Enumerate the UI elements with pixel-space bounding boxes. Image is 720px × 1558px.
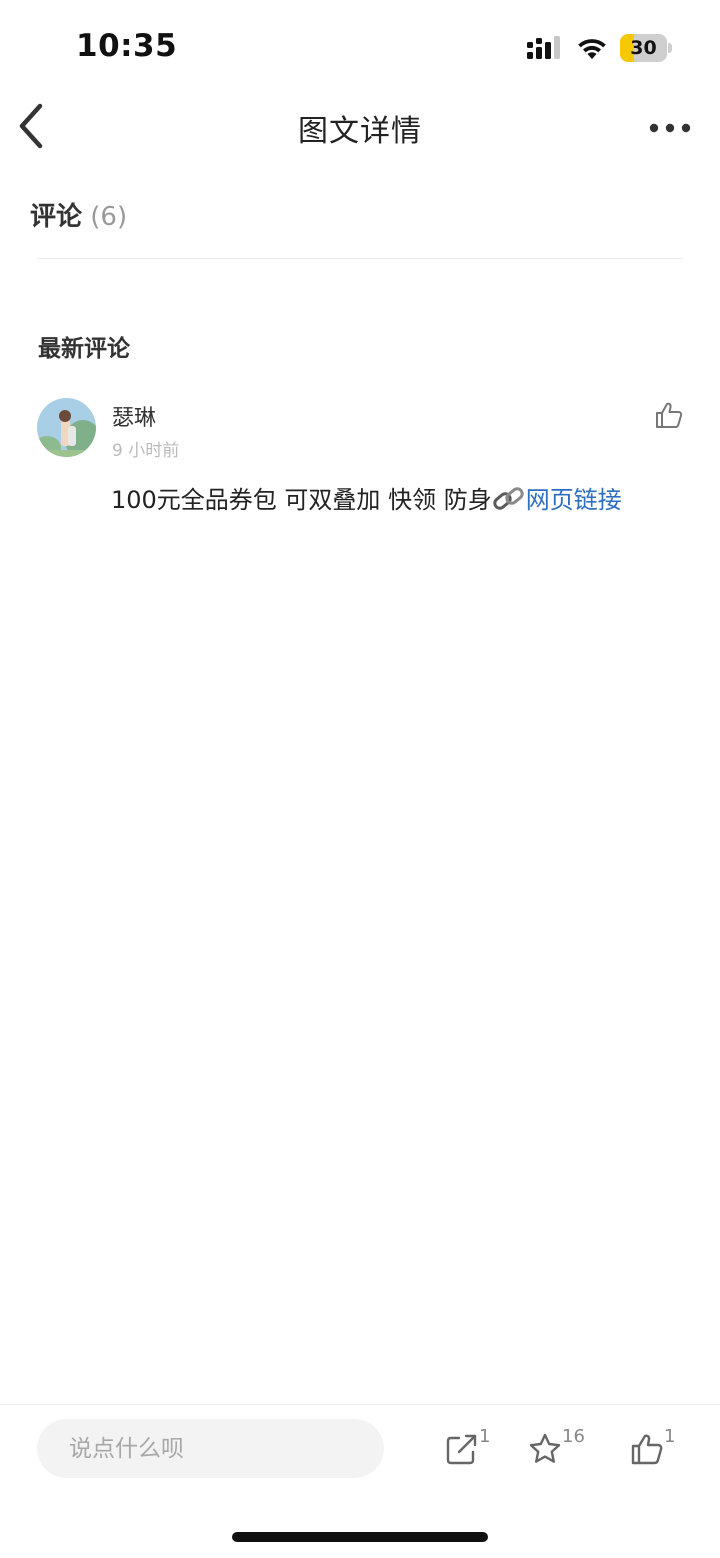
avatar-image [37,398,96,457]
back-button[interactable] [10,100,54,156]
share-button[interactable]: 1 [445,1426,495,1472]
comment-text: 100元全品券包 可双叠加 快领 防身 [111,486,492,514]
status-bar: 10:35 30 [0,0,720,90]
page-title: 图文详情 [298,114,422,149]
thumbs-up-icon [631,1434,663,1465]
avatar[interactable] [37,398,96,457]
comment-body: 100元全品券包 可双叠加 快领 防身 网页链接 [111,480,622,515]
battery-body: 30 [620,34,667,62]
share-icon [446,1434,477,1465]
latest-comments-label: 最新评论 [38,336,130,362]
comment-time: 9 小时前 [112,441,180,461]
more-button[interactable] [646,110,694,146]
thumbs-up-icon [656,402,683,428]
divider [37,258,683,259]
chevron-left-icon [19,103,43,149]
like-button[interactable]: 1 [630,1426,680,1472]
wifi-icon [578,39,606,59]
comments-header: 评论 (6) [30,196,127,233]
cellular-signal-icon [527,36,560,59]
comment-web-link[interactable]: 网页链接 [526,486,622,514]
star-icon [529,1433,561,1463]
comment-like-button[interactable] [654,400,684,430]
bottom-divider [0,1404,720,1405]
comments-count: (6) [90,202,128,232]
battery-indicator: 30 [620,34,672,62]
favorite-button[interactable]: 16 [528,1426,592,1472]
comments-title: 评论 [30,202,83,232]
link-chain-icon [493,487,524,510]
like-count: 1 [664,1426,676,1447]
more-dots-icon [649,123,691,133]
comment-username[interactable]: 瑟琳 [112,400,156,432]
battery-tip [668,43,672,53]
comment-input[interactable] [37,1419,384,1478]
battery-level: 30 [630,37,657,59]
favorite-count: 16 [562,1426,585,1447]
nav-bar: 图文详情 [0,90,720,166]
status-time: 10:35 [76,28,178,64]
share-count: 1 [479,1426,491,1447]
home-indicator [232,1532,488,1542]
